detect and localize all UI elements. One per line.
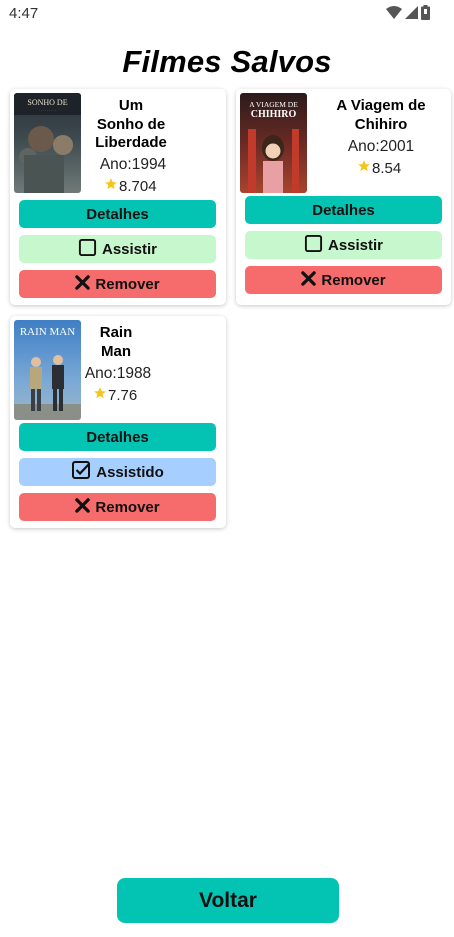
rating-value: 8.704: [119, 177, 157, 195]
checkbox-empty-icon: [78, 238, 97, 261]
movie-year: Ano:1994: [99, 156, 167, 173]
status-bar: 4:47: [0, 0, 454, 28]
status-time: 4:47: [9, 5, 39, 22]
movie-card: RAIN MAN Rain Man Ano:1988 7.76 Detalhes…: [10, 316, 226, 528]
svg-text:· · · · · · · · ·: · · · · · · · · ·: [39, 109, 57, 113]
movie-poster[interactable]: SONHO DE · · · · · · · · ·: [14, 93, 81, 193]
details-label: Detalhes: [86, 205, 149, 223]
close-icon: [75, 497, 91, 517]
back-button[interactable]: Voltar: [117, 878, 339, 923]
star-icon: [357, 159, 371, 177]
movie-rating: 8.704: [104, 177, 157, 195]
remove-label: Remover: [95, 498, 160, 516]
movie-year: Ano:1988: [84, 365, 152, 382]
battery-icon: [421, 5, 430, 25]
star-icon: [104, 177, 118, 195]
details-button[interactable]: Detalhes: [245, 196, 442, 224]
remove-label: Remover: [95, 275, 160, 293]
remove-button[interactable]: Remover: [245, 266, 442, 294]
back-label: Voltar: [199, 888, 257, 912]
movie-rating: 7.76: [93, 386, 137, 404]
poster-title-text: SONHO DE: [27, 98, 67, 107]
poster-title-text: RAIN MAN: [20, 326, 75, 338]
movie-title: A Viagem de Chihiro: [336, 97, 426, 133]
movie-title: Um Sonho de Liberdade: [95, 97, 167, 151]
watch-label: Assistir: [327, 236, 384, 254]
watch-button[interactable]: Assistir: [19, 235, 216, 263]
details-button[interactable]: Detalhes: [19, 200, 216, 228]
movie-card: A VIAGEM DE CHIHIRO A Viagem de Chihiro …: [236, 89, 451, 305]
movie-card: SONHO DE · · · · · · · · · Um Sonho de L…: [10, 89, 226, 305]
close-icon: [301, 270, 317, 290]
details-button[interactable]: Detalhes: [19, 423, 216, 451]
page-title: Filmes Salvos: [122, 44, 332, 79]
watch-button[interactable]: Assistir: [245, 231, 442, 259]
close-icon: [75, 274, 91, 294]
watched-button[interactable]: Assistido: [19, 458, 216, 486]
watch-label: Assistido: [96, 463, 164, 481]
details-label: Detalhes: [86, 428, 149, 446]
movie-poster[interactable]: RAIN MAN: [14, 320, 81, 420]
movie-year: Ano:2001: [347, 138, 415, 155]
movie-title: Rain Man: [99, 324, 133, 360]
rating-value: 7.76: [108, 386, 138, 404]
poster-title-text: A VIAGEM DE: [249, 100, 298, 109]
poster-title-text: CHIHIRO: [251, 109, 297, 120]
signal-icon: [405, 5, 418, 25]
rating-value: 8.54: [372, 159, 402, 177]
checkbox-checked-icon: [71, 460, 91, 484]
remove-label: Remover: [321, 271, 386, 289]
remove-button[interactable]: Remover: [19, 270, 216, 298]
watch-label: Assistir: [101, 240, 158, 258]
movie-poster[interactable]: A VIAGEM DE CHIHIRO: [240, 93, 307, 193]
movie-rating: 8.54: [357, 159, 401, 177]
status-icons: [386, 5, 430, 25]
remove-button[interactable]: Remover: [19, 493, 216, 521]
wifi-icon: [386, 5, 402, 25]
star-icon: [93, 386, 107, 404]
checkbox-empty-icon: [304, 234, 323, 257]
details-label: Detalhes: [312, 201, 375, 219]
